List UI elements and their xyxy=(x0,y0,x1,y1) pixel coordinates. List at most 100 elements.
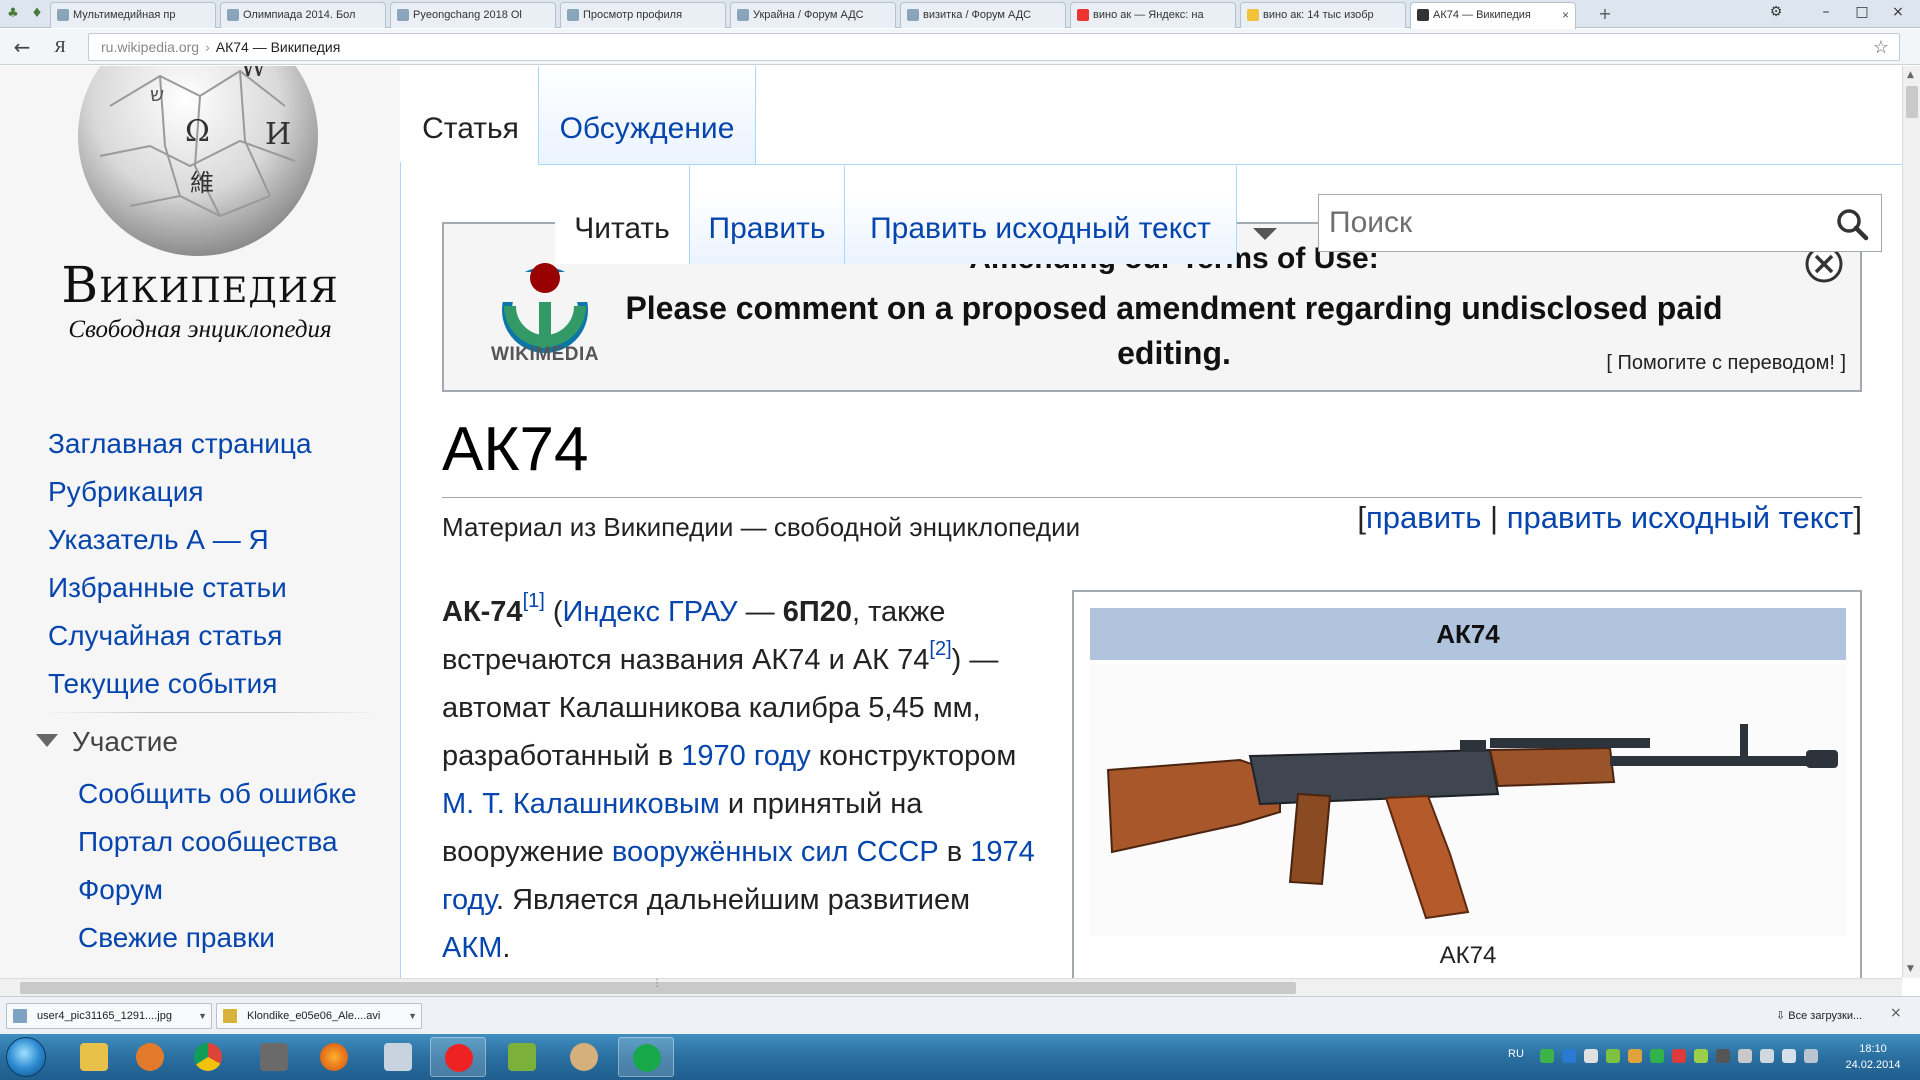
flag-icon[interactable] xyxy=(1760,1049,1774,1063)
tab-edit[interactable]: Править xyxy=(690,166,845,264)
chat-taskbar-icon[interactable] xyxy=(618,1037,674,1077)
start-button[interactable] xyxy=(6,1037,46,1077)
apps-icon[interactable]: ♣ xyxy=(2,3,24,25)
tray-app-icon[interactable] xyxy=(1628,1049,1642,1063)
network-icon[interactable] xyxy=(1738,1049,1752,1063)
browser-tab[interactable]: Pyeongchang 2018 Ol xyxy=(390,2,556,28)
browser-tab[interactable]: вино ак — Яндекс: на xyxy=(1070,2,1236,28)
browser-tab-active[interactable]: АК74 — Википедия × xyxy=(1410,2,1576,29)
video-file-icon xyxy=(223,1009,237,1023)
tab-read[interactable]: Читать xyxy=(555,166,690,264)
link-kalashnikov[interactable]: М. Т. Калашниковым xyxy=(442,788,720,820)
scroll-grip-icon: ⋮ xyxy=(652,978,662,989)
favicon-icon xyxy=(227,9,239,21)
browser-tab[interactable]: вино ак: 14 тыс изобр xyxy=(1240,2,1406,28)
article-term: АК-74 xyxy=(442,596,523,628)
sidebar-item-random[interactable]: Случайная статья xyxy=(48,612,312,660)
participation-heading[interactable]: Участие xyxy=(36,726,178,758)
new-tab-button[interactable]: + xyxy=(1594,4,1616,24)
edit-separator: | xyxy=(1490,500,1499,535)
chevron-down-icon[interactable]: ▼ xyxy=(408,1004,417,1028)
banner-message[interactable]: Please comment on a proposed amendment r… xyxy=(624,286,1724,376)
sidebar-item-report-error[interactable]: Сообщить об ошибке xyxy=(78,770,357,818)
search-icon[interactable] xyxy=(1835,207,1869,241)
rifle-image[interactable] xyxy=(1090,664,1846,936)
tray-app-icon[interactable] xyxy=(1672,1049,1686,1063)
help-translate-link[interactable]: [ Помогите с переводом! ] xyxy=(1606,352,1846,375)
bookmarks-icon[interactable]: ♦ xyxy=(26,3,48,25)
language-indicator[interactable]: RU xyxy=(1508,1048,1524,1060)
wikipedia-favicon-icon xyxy=(1417,9,1429,21)
edit-source-link[interactable]: править исходный текст xyxy=(1507,500,1854,535)
tray-app-icon[interactable] xyxy=(1540,1049,1554,1063)
settings-icon[interactable]: ⚙ xyxy=(1764,2,1788,22)
paint-taskbar-icon[interactable] xyxy=(556,1037,612,1077)
close-downloads-icon[interactable]: × xyxy=(1890,1005,1902,1021)
tray-app-icon[interactable] xyxy=(1694,1049,1708,1063)
link-1970[interactable]: 1970 году xyxy=(681,740,810,772)
link-grau-index[interactable]: Индекс ГРАУ xyxy=(563,596,738,628)
vertical-scrollbar[interactable]: ▲ ▼ xyxy=(1902,66,1920,978)
browser-tab[interactable]: Украйна / Форум АДС xyxy=(730,2,896,28)
scroll-down-arrow-icon[interactable]: ▼ xyxy=(1907,964,1914,974)
minimize-button[interactable]: – xyxy=(1812,2,1840,22)
scroll-up-arrow-icon[interactable]: ▲ xyxy=(1907,70,1914,80)
tray-app-icon[interactable] xyxy=(1716,1049,1730,1063)
vertical-scroll-thumb[interactable] xyxy=(1906,86,1918,118)
text-run: конструктором xyxy=(810,740,1017,772)
link-akm[interactable]: АКМ xyxy=(442,932,502,964)
close-tab-icon[interactable]: × xyxy=(1562,3,1569,27)
sidebar-item-main-page[interactable]: Заглавная страница xyxy=(48,420,312,468)
sidebar-item-recent-changes[interactable]: Свежие правки xyxy=(78,914,357,962)
reference-link[interactable]: [1] xyxy=(523,590,545,612)
sidebar-item-forum[interactable]: Форум xyxy=(78,866,357,914)
tray-app-icon[interactable] xyxy=(1606,1049,1620,1063)
chrome-taskbar-icon[interactable] xyxy=(180,1037,236,1077)
firefox-taskbar-icon[interactable] xyxy=(306,1037,362,1077)
media-player-taskbar-icon[interactable] xyxy=(122,1037,178,1077)
reference-link[interactable]: [2] xyxy=(929,638,951,660)
tab-edit-source[interactable]: Править исходный текст xyxy=(845,166,1237,264)
wikipedia-wordmark: Википедия xyxy=(61,256,339,314)
sidebar-item-current-events[interactable]: Текущие события xyxy=(48,660,312,708)
speaker-icon[interactable] xyxy=(1782,1049,1796,1063)
sidebar-item-community-portal[interactable]: Портал сообщества xyxy=(78,818,357,866)
search-input[interactable] xyxy=(1319,195,1819,251)
bookmark-star-icon[interactable]: ☆ xyxy=(1873,34,1889,60)
horizontal-scrollbar[interactable]: ⋮ xyxy=(0,978,1902,996)
sidebar-item-featured[interactable]: Избранные статьи xyxy=(48,564,312,612)
tray-app-icon[interactable] xyxy=(1650,1049,1664,1063)
more-actions-menu[interactable] xyxy=(1237,166,1291,264)
edit-link[interactable]: править xyxy=(1366,500,1481,535)
browser-tab[interactable]: Мультимедийная пр xyxy=(50,2,216,28)
sidebar-divider xyxy=(48,712,378,713)
all-downloads-link[interactable]: ⇩ Все загрузки... xyxy=(1776,1003,1862,1029)
calculator-taskbar-icon[interactable] xyxy=(370,1037,426,1077)
battery-icon[interactable] xyxy=(1804,1049,1818,1063)
browser-tab[interactable]: Олимпиада 2014. Бол xyxy=(220,2,386,28)
tab-article[interactable]: Статья xyxy=(403,66,538,164)
tray-app-icon[interactable] xyxy=(1584,1049,1598,1063)
yandex-browser-taskbar-icon[interactable] xyxy=(430,1037,486,1077)
tray-app-icon[interactable] xyxy=(1562,1049,1576,1063)
explorer-taskbar-icon[interactable] xyxy=(66,1037,122,1077)
sidebar-item-categories[interactable]: Рубрикация xyxy=(48,468,312,516)
close-window-button[interactable]: × xyxy=(1884,2,1912,22)
download-item[interactable]: user4_pic31165_1291....jpg ▼ xyxy=(6,1003,212,1029)
browser-tab[interactable]: Просмотр профиля xyxy=(560,2,726,28)
download-item[interactable]: Klondike_e05e06_Ale....avi ▼ xyxy=(216,1003,422,1029)
wikipedia-globe-logo[interactable]: Ω W И 維 ש xyxy=(70,66,326,266)
url-field[interactable]: ru.wikipedia.org › АК74 — Википедия ☆ xyxy=(88,33,1900,61)
tab-title: Украйна / Форум АДС xyxy=(753,9,864,21)
back-button[interactable]: ← xyxy=(10,35,34,59)
tab-talk[interactable]: Обсуждение xyxy=(538,66,756,164)
system-clock[interactable]: 18:10 24.02.2014 xyxy=(1838,1041,1908,1073)
chevron-down-icon[interactable]: ▼ xyxy=(198,1004,207,1028)
maximize-button[interactable]: □ xyxy=(1848,2,1876,22)
link-ussr-armed-forces[interactable]: вооружённых сил СССР xyxy=(612,836,939,868)
yandex-button[interactable]: Я xyxy=(48,35,72,59)
app-taskbar-icon[interactable] xyxy=(494,1037,550,1077)
sidebar-item-index[interactable]: Указатель А — Я xyxy=(48,516,312,564)
browser-tab[interactable]: визитка / Форум АДС xyxy=(900,2,1066,28)
game-taskbar-icon[interactable] xyxy=(246,1037,302,1077)
